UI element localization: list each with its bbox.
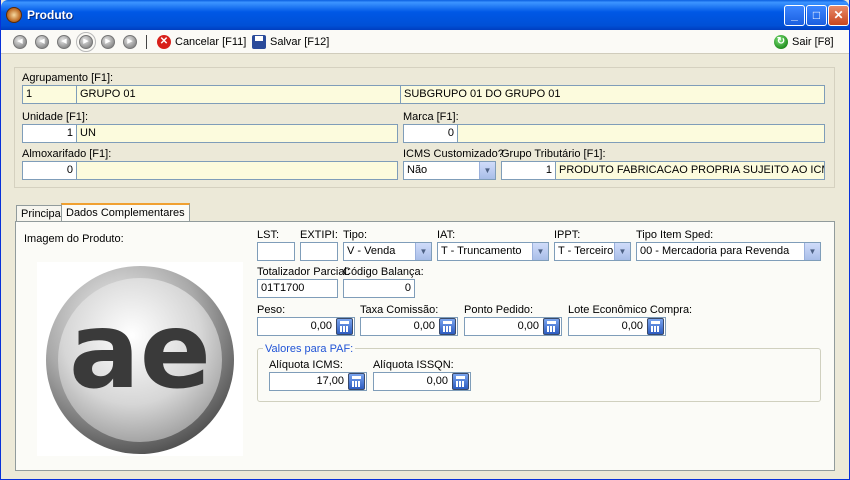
codigo-balanca-field[interactable]: 0 [343,279,415,298]
marca-code-field[interactable]: 0 [403,124,458,143]
product-window: Produto _ □ ✕ ◀ ◀ ◀ ▶ ▶ ▶ ✕ Cancelar [F11… [0,0,850,480]
cancel-button[interactable]: ✕ Cancelar [F11] [157,35,246,49]
toolbar-separator [146,35,147,49]
ponto-pedido-label: Ponto Pedido: [464,304,534,316]
calculator-icon[interactable] [348,373,365,390]
product-image[interactable]: ae [37,262,243,456]
chevron-down-icon[interactable]: ▼ [804,243,820,260]
calculator-icon[interactable] [647,318,664,335]
tipo-select[interactable]: V - Venda ▼ [343,242,432,261]
last-record-icon[interactable]: ▶ [123,35,137,49]
chevron-down-icon[interactable]: ▼ [479,162,495,179]
agrupamento-code-field[interactable]: 1 [22,85,77,104]
chevron-down-icon[interactable]: ▼ [532,243,548,260]
icms-customizado-select[interactable]: Não ▼ [403,161,496,180]
save-button[interactable]: Salvar [F12] [252,35,329,49]
taxa-comissao-label: Taxa Comissão: [360,304,439,316]
unidade-label: Unidade [F1]: [22,111,89,123]
extipi-field[interactable] [300,242,338,261]
toolbar: ◀ ◀ ◀ ▶ ▶ ▶ ✕ Cancelar [F11] Salvar [F12]… [1,30,849,54]
next-record-icon[interactable]: ▶ [76,32,96,52]
lote-economico-label: Lote Econômico Compra: [568,304,693,316]
aliquota-icms-label: Alíquota ICMS: [269,359,343,371]
iat-select[interactable]: T - Truncamento ▼ [437,242,549,261]
save-icon [252,35,266,49]
almoxarifado-name-field[interactable] [76,161,398,180]
almoxarifado-code-field[interactable]: 0 [22,161,77,180]
save-label: Salvar [F12] [270,36,330,48]
maximize-button[interactable]: □ [806,5,827,26]
chevron-down-icon[interactable]: ▼ [614,243,630,260]
tipo-sped-select[interactable]: 00 - Mercadoria para Revenda ▼ [636,242,821,261]
next-page-icon[interactable]: ▶ [101,35,115,49]
calculator-icon[interactable] [336,318,353,335]
tipo-sped-value: 00 - Mercadoria para Revenda [640,245,790,257]
aliquota-issqn-label: Alíquota ISSQN: [373,359,454,371]
paf-group-title: Valores para PAF: [263,343,356,355]
agrupamento-group-field[interactable]: GRUPO 01 [76,85,401,104]
codigo-balanca-label: Código Balança: [343,266,424,278]
close-button[interactable]: ✕ [828,5,849,26]
grupo-tributario-name-field[interactable]: PRODUTO FABRICACAO PROPRIA SUJEITO AO IC… [555,161,825,180]
first-record-icon[interactable]: ◀ [13,35,27,49]
cancel-label: Cancelar [F11] [175,36,247,48]
lst-field[interactable] [257,242,295,261]
previous-page-icon[interactable]: ◀ [35,35,49,49]
app-icon [6,7,22,23]
agrupamento-label: Agrupamento [F1]: [22,72,114,84]
icms-customizado-value: Não [407,164,428,176]
exit-icon: ↻ [774,35,788,49]
iat-label: IAT: [437,229,456,241]
ippt-value: T - Terceiro [558,245,614,257]
tipo-label: Tipo: [343,229,368,241]
extipi-label: EXTIPI: [300,229,338,241]
tab-dados-complementares[interactable]: Dados Complementares [61,203,190,223]
calculator-icon[interactable] [543,318,560,335]
marca-label: Marca [F1]: [403,111,459,123]
minimize-button[interactable]: _ [784,5,805,26]
tipo-value: V - Venda [347,245,396,257]
product-logo-image: ae [46,266,234,454]
chevron-down-icon[interactable]: ▼ [415,243,431,260]
window-title: Produto [27,8,73,22]
exit-label: Sair [F8] [792,36,834,48]
iat-value: T - Truncamento [441,245,522,257]
grupo-tributario-code-field[interactable]: 1 [501,161,556,180]
cancel-icon: ✕ [157,35,171,49]
tipo-sped-label: Tipo Item Sped: [636,229,714,241]
almoxarifado-label: Almoxarifado [F1]: [22,148,112,160]
calculator-icon[interactable] [439,318,456,335]
agrupamento-subgroup-field[interactable]: SUBGRUPO 01 DO GRUPO 01 [400,85,825,104]
logo-text: ae [69,290,211,412]
previous-record-icon[interactable]: ◀ [57,35,71,49]
icms-customizado-label: ICMS Customizado? [403,148,504,160]
marca-name-field[interactable] [457,124,825,143]
ippt-label: IPPT: [554,229,581,241]
unidade-name-field[interactable]: UN [76,124,398,143]
ippt-select[interactable]: T - Terceiro ▼ [554,242,631,261]
grupo-tributario-label: Grupo Tributário [F1]: [501,148,606,160]
lst-label: LST: [257,229,280,241]
exit-button[interactable]: ↻ Sair [F8] [774,35,834,49]
totalizador-field[interactable]: 01T1700 [257,279,338,298]
product-image-label: Imagem do Produto: [24,233,124,245]
unidade-code-field[interactable]: 1 [22,124,77,143]
totalizador-label: Totalizador Parcial: [257,266,350,278]
peso-label: Peso: [257,304,286,316]
title-bar[interactable]: Produto _ □ ✕ [1,0,849,30]
calculator-icon[interactable] [452,373,469,390]
